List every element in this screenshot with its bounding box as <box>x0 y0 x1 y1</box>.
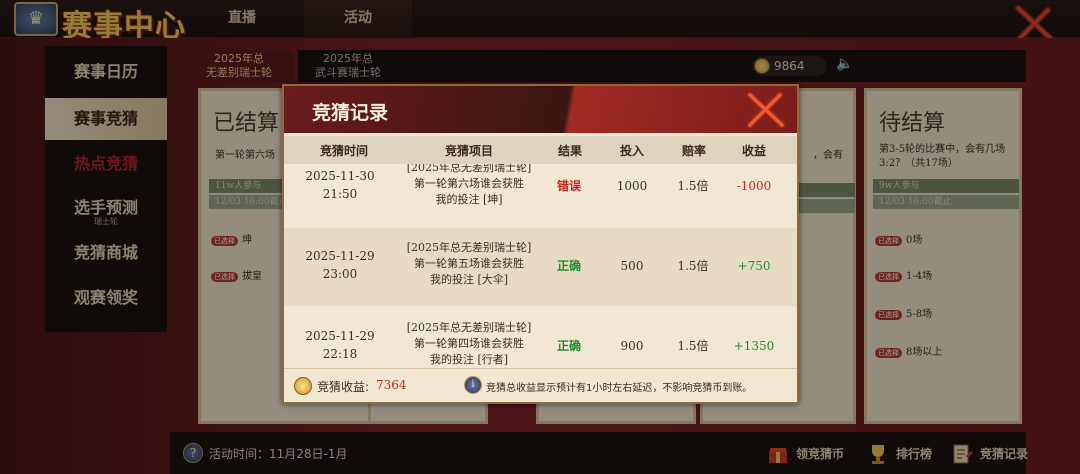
table-row: 2025-11-29 23:00 [2025年总无差别瑞士轮] 第一轮第五场谁会… <box>284 228 797 306</box>
row-odds: 1.5倍 <box>677 259 709 273</box>
bet-records-modal: 竞猜记录 竞猜时间 竞猜项目 结果 投入 赔率 收益 2025-11-30 21… <box>282 84 799 404</box>
row-profit: +1350 <box>733 339 775 353</box>
row-stake: 900 <box>620 339 644 353</box>
row-stake: 1000 <box>616 179 648 193</box>
col-result: 结果 <box>557 144 582 158</box>
delay-note: 竞猜总收益显示预计有1小时左右延迟，不影响竞猜币到账。 <box>486 383 753 394</box>
table-header: 竞猜时间 竞猜项目 结果 投入 赔率 收益 <box>284 136 797 164</box>
modal-header: 竞猜记录 <box>284 86 797 133</box>
modal-title: 竞猜记录 <box>312 102 389 124</box>
info-icon: i <box>464 376 482 394</box>
total-profit-label: 竞猜收益: <box>317 380 370 394</box>
row-time: 22:18 <box>322 347 358 361</box>
row-item-line: [2025年总无差别瑞士轮] <box>406 164 532 174</box>
row-result: 错误 <box>556 179 581 193</box>
row-item-line: 第一轮第五场谁会获胜 <box>414 257 524 270</box>
row-date: 2025-11-30 <box>305 169 375 183</box>
table-row: 2025-11-30 21:50 [2025年总无差别瑞士轮] 第一轮第六场谁会… <box>284 164 797 224</box>
table-row: 2025-11-29 22:18 [2025年总无差别瑞士轮] 第一轮第四场谁会… <box>284 306 797 368</box>
coin-icon <box>294 377 312 395</box>
row-result: 正确 <box>556 259 581 273</box>
row-profit: -1000 <box>736 179 772 193</box>
row-odds: 1.5倍 <box>677 339 709 353</box>
row-item-line: [2025年总无差别瑞士轮] <box>406 241 532 254</box>
row-item-line: 第一轮第四场谁会获胜 <box>414 337 524 350</box>
row-item-line: 我的投注 [坤] <box>435 193 503 206</box>
row-odds: 1.5倍 <box>677 179 709 193</box>
col-profit: 收益 <box>741 144 766 158</box>
row-profit: +750 <box>737 259 771 273</box>
row-item-line: [2025年总无差别瑞士轮] <box>406 321 532 334</box>
row-date: 2025-11-29 <box>305 329 375 343</box>
row-item-line: 第一轮第六场谁会获胜 <box>414 177 524 190</box>
row-time: 23:00 <box>322 267 358 281</box>
total-profit-value: 7364 <box>376 378 407 392</box>
records-list[interactable]: 2025-11-30 21:50 [2025年总无差别瑞士轮] 第一轮第六场谁会… <box>284 164 797 368</box>
modal-footer: 竞猜收益: 7364 i 竞猜总收益显示预计有1小时左右延迟，不影响竞猜币到账。 <box>284 368 797 402</box>
col-item: 竞猜项目 <box>444 144 493 158</box>
col-odds: 赔率 <box>681 144 706 158</box>
col-stake: 投入 <box>619 144 644 158</box>
row-stake: 500 <box>620 259 644 273</box>
row-item-line: 我的投注 [大伞] <box>429 273 509 286</box>
row-result: 正确 <box>556 339 581 353</box>
row-time: 21:50 <box>322 187 358 201</box>
col-time: 竞猜时间 <box>319 144 368 158</box>
close-icon[interactable] <box>742 89 790 131</box>
row-date: 2025-11-29 <box>305 249 375 263</box>
row-item-line: 我的投注 [行者] <box>429 353 509 366</box>
